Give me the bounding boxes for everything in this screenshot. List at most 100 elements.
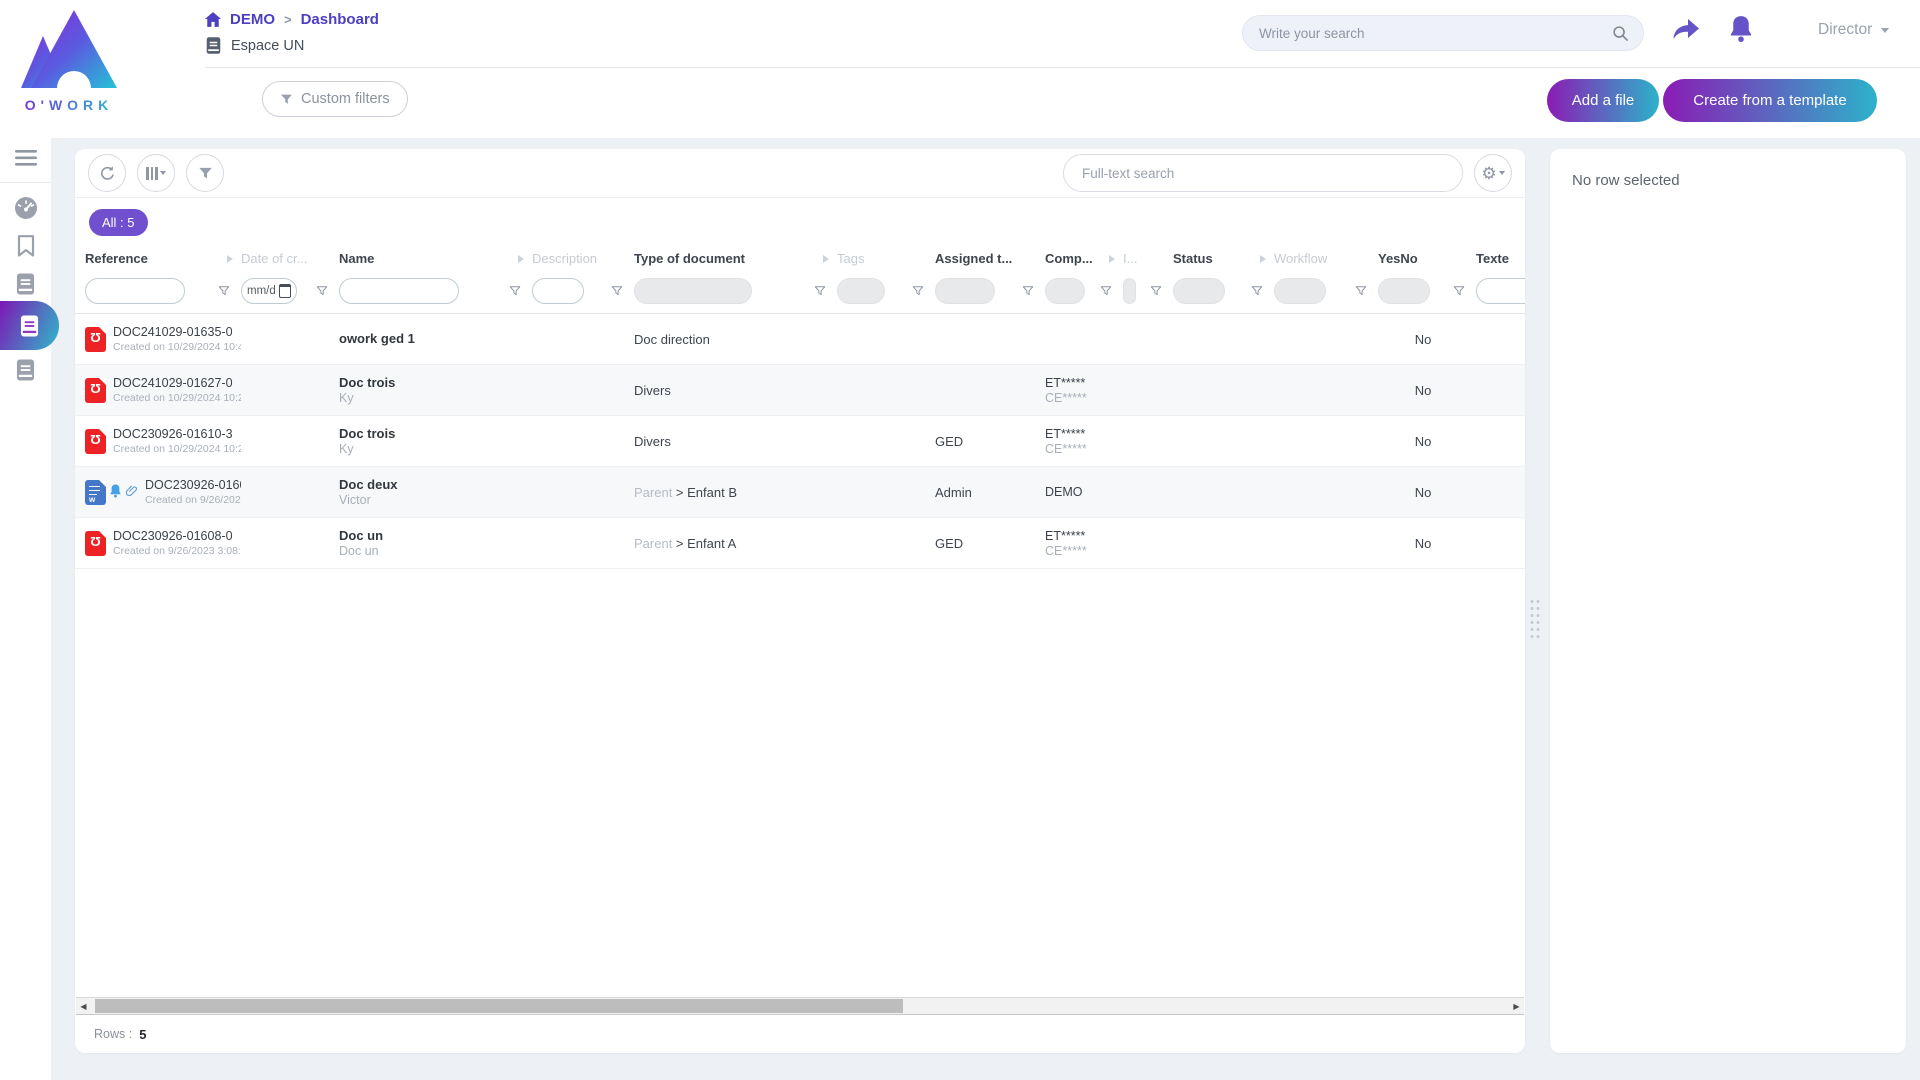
space-selector[interactable]: Espace UN [206,37,304,54]
column-filter-input[interactable] [339,278,459,304]
scroll-right-icon[interactable]: ▶ [1509,998,1524,1014]
cell-company: ET***** CE***** [1045,529,1123,558]
home-icon[interactable] [205,12,221,27]
funnel-icon[interactable] [1251,285,1263,297]
panel-resize-handle[interactable] [1529,598,1541,640]
funnel-icon[interactable] [912,285,924,297]
disabled-filter-input [837,278,885,304]
table-row[interactable]: Ω w DOC241029-01627-0 Created on 10/29/2… [75,365,1525,416]
cell-name: owork ged 1 [339,331,532,347]
funnel-icon[interactable] [1022,285,1034,297]
scrollbar-thumb[interactable] [95,999,903,1013]
table-row[interactable]: Ω w DOC241029-01635-0 Created on 10/29/2… [75,314,1525,365]
funnel-icon[interactable] [814,285,826,297]
column-header-label: Status [1173,251,1213,266]
calendar-icon [279,284,291,298]
cell-assigned: GED [935,434,1045,449]
filter-cell: mm/d [339,278,532,304]
column-header-label: Texte [1476,251,1509,266]
sidebar-item-documents-active[interactable] [0,301,59,350]
document-name: Doc un [339,528,524,543]
top-header: O'WORK DEMO > Dashboard Espace UN Custom… [0,0,1920,138]
column-header[interactable]: I... [1123,251,1173,266]
filter-cell: mm/d [1476,278,1525,304]
funnel-icon[interactable] [1100,285,1112,297]
gear-icon: ⚙ [1481,165,1496,182]
add-file-button[interactable]: Add a file [1547,79,1659,122]
funnel-icon[interactable] [316,285,328,297]
document-type-parent: Parent [634,536,676,551]
column-header[interactable]: Texte [1476,251,1525,266]
funnel-icon[interactable] [1453,285,1465,297]
document-created-date: Created on 9/26/2023 3:09:45 AM [145,494,241,506]
column-header[interactable]: Status [1173,251,1274,266]
funnel-icon[interactable] [1355,285,1367,297]
date-filter-input[interactable]: mm/d [241,278,297,304]
table-toolbar: ⚙ [75,149,1525,197]
column-header[interactable]: Date of cr... [241,251,339,266]
document-type: > Enfant A [676,536,736,551]
app-logo[interactable]: O'WORK [14,8,124,113]
column-header[interactable]: Comp... [1045,251,1123,266]
rows-count: 5 [139,1027,146,1042]
funnel-icon[interactable] [509,285,521,297]
company-code-sub: CE***** [1045,391,1115,405]
sidebar-item-library-1[interactable] [0,267,51,301]
table-row[interactable]: Ω w DOC230926-01609-0 Created on 9/26/20… [75,467,1525,518]
search-icon[interactable] [1612,25,1629,42]
table-settings-button[interactable]: ⚙ [1474,154,1512,192]
column-header-label: YesNo [1378,251,1418,266]
detail-panel: No row selected [1550,149,1906,1053]
column-header[interactable]: Reference [85,251,241,266]
table-row[interactable]: Ω w DOC230926-01610-3 Created on 10/29/2… [75,416,1525,467]
breadcrumb-home[interactable]: DEMO [230,11,275,28]
cell-reference: Ω w DOC241029-01627-0 Created on 10/29/2… [85,376,241,404]
menu-icon [15,150,37,166]
logo-text: O'WORK [14,97,124,113]
funnel-icon[interactable] [611,285,623,297]
column-header-label: Date of cr... [241,251,307,266]
sidebar-menu-toggle[interactable] [0,141,51,175]
user-menu[interactable]: Director [1818,21,1889,39]
horizontal-scrollbar[interactable]: ◀ ▶ [76,997,1524,1015]
column-header[interactable]: Tags [837,251,935,266]
columns-button[interactable] [137,154,175,192]
column-filter-input[interactable] [532,278,584,304]
table-row[interactable]: Ω w DOC230926-01608-0 Created on 9/26/20… [75,518,1525,569]
scrollbar-track[interactable] [91,998,1509,1014]
funnel-icon[interactable] [218,285,230,297]
chevron-down-icon [160,171,166,175]
column-header[interactable]: Type of document [634,251,837,266]
notifications-button[interactable] [1728,15,1754,43]
column-header[interactable]: Name [339,251,532,266]
sidebar [0,138,51,1080]
share-button[interactable] [1672,17,1700,43]
bookmark-icon [17,235,35,257]
funnel-icon[interactable] [1150,285,1162,297]
sidebar-item-library-2[interactable] [0,353,51,387]
cell-company [1045,339,1123,340]
column-header[interactable]: Workflow [1274,251,1378,266]
filters-button[interactable] [186,154,224,192]
fulltext-search-input[interactable] [1080,165,1446,182]
sidebar-item-dashboard[interactable] [0,191,51,225]
pdf-file-icon: Ω [85,429,106,454]
columns-icon [146,167,158,180]
sidebar-item-bookmarks[interactable] [0,229,51,263]
column-filter-input[interactable] [85,278,185,304]
column-header[interactable]: Assigned t... [935,251,1045,266]
column-header[interactable]: YesNo [1378,251,1476,266]
global-search [1242,15,1644,51]
custom-filters-button[interactable]: Custom filters [262,81,408,117]
column-header[interactable]: Description [532,251,634,266]
column-header-label: Type of document [634,251,745,266]
refresh-button[interactable] [88,154,126,192]
scroll-left-icon[interactable]: ◀ [76,998,91,1014]
breadcrumb-separator: > [284,12,292,27]
create-from-template-button[interactable]: Create from a template [1663,79,1877,122]
all-count-badge[interactable]: All : 5 [89,209,148,236]
global-search-input[interactable] [1257,25,1612,42]
breadcrumb-current[interactable]: Dashboard [301,11,379,28]
chevron-down-icon [1881,28,1889,33]
column-filter-input[interactable] [1476,278,1525,304]
